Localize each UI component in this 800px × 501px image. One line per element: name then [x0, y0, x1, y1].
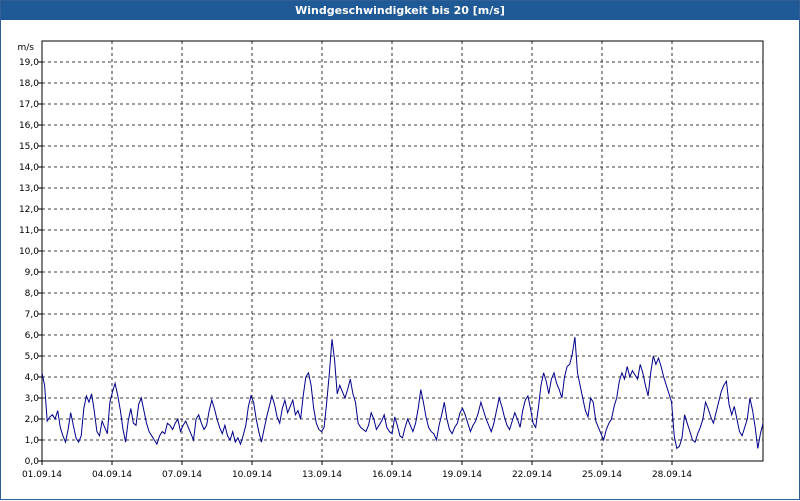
- y-tick-label: 1,0: [25, 436, 40, 446]
- y-tick-label: 11,0: [19, 226, 39, 236]
- x-tick-label: 25.09.14: [582, 470, 622, 480]
- x-tick-label: 01.09.14: [22, 470, 62, 480]
- x-tick-label: 16.09.14: [372, 470, 412, 480]
- chart-window: Windgeschwindigkeit bis 20 [m/s] 0,0 1,0 2…: [0, 0, 800, 500]
- y-tick-label: 15,0: [19, 142, 39, 152]
- y-tick-label: 2,0: [25, 415, 40, 425]
- x-tick-label: 28.09.14: [652, 470, 692, 480]
- x-tick-label: 04.09.14: [92, 470, 132, 480]
- y-tick-label: 13,0: [19, 184, 39, 194]
- y-tick-label: 17,0: [19, 100, 39, 110]
- y-tick-label: 19,0: [19, 58, 39, 68]
- x-tick-label: 13.09.14: [302, 470, 342, 480]
- y-tick-label: 14,0: [19, 163, 39, 173]
- y-tick-label: 8,0: [25, 289, 40, 299]
- y-tick-label: 9,0: [25, 268, 40, 278]
- x-tick-label: 07.09.14: [162, 470, 202, 480]
- x-tick-label: 22.09.14: [512, 470, 552, 480]
- y-tick-label: 10,0: [19, 247, 39, 257]
- y-tick-label: 5,0: [25, 352, 40, 362]
- y-tick-label: 12,0: [19, 205, 39, 215]
- y-tick-label: 0,0: [25, 457, 40, 467]
- y-tick-label: 3,0: [25, 394, 40, 404]
- y-tick-label: 6,0: [25, 331, 40, 341]
- x-tick-label: 19.09.14: [442, 470, 482, 480]
- y-tick-label: 18,0: [19, 79, 39, 89]
- x-tick-label: 10.09.14: [232, 470, 272, 480]
- y-axis-label: m/s: [18, 43, 35, 53]
- line-chart: 0,0 1,0 2,0 3,0 4,0 5,0 6,0 7,0 8,0 9,0 10,0 11,0 12…: [18, 40, 764, 480]
- y-tick-label: 16,0: [19, 121, 39, 131]
- y-tick-label: 4,0: [25, 373, 40, 383]
- y-tick-label: 7,0: [25, 310, 40, 320]
